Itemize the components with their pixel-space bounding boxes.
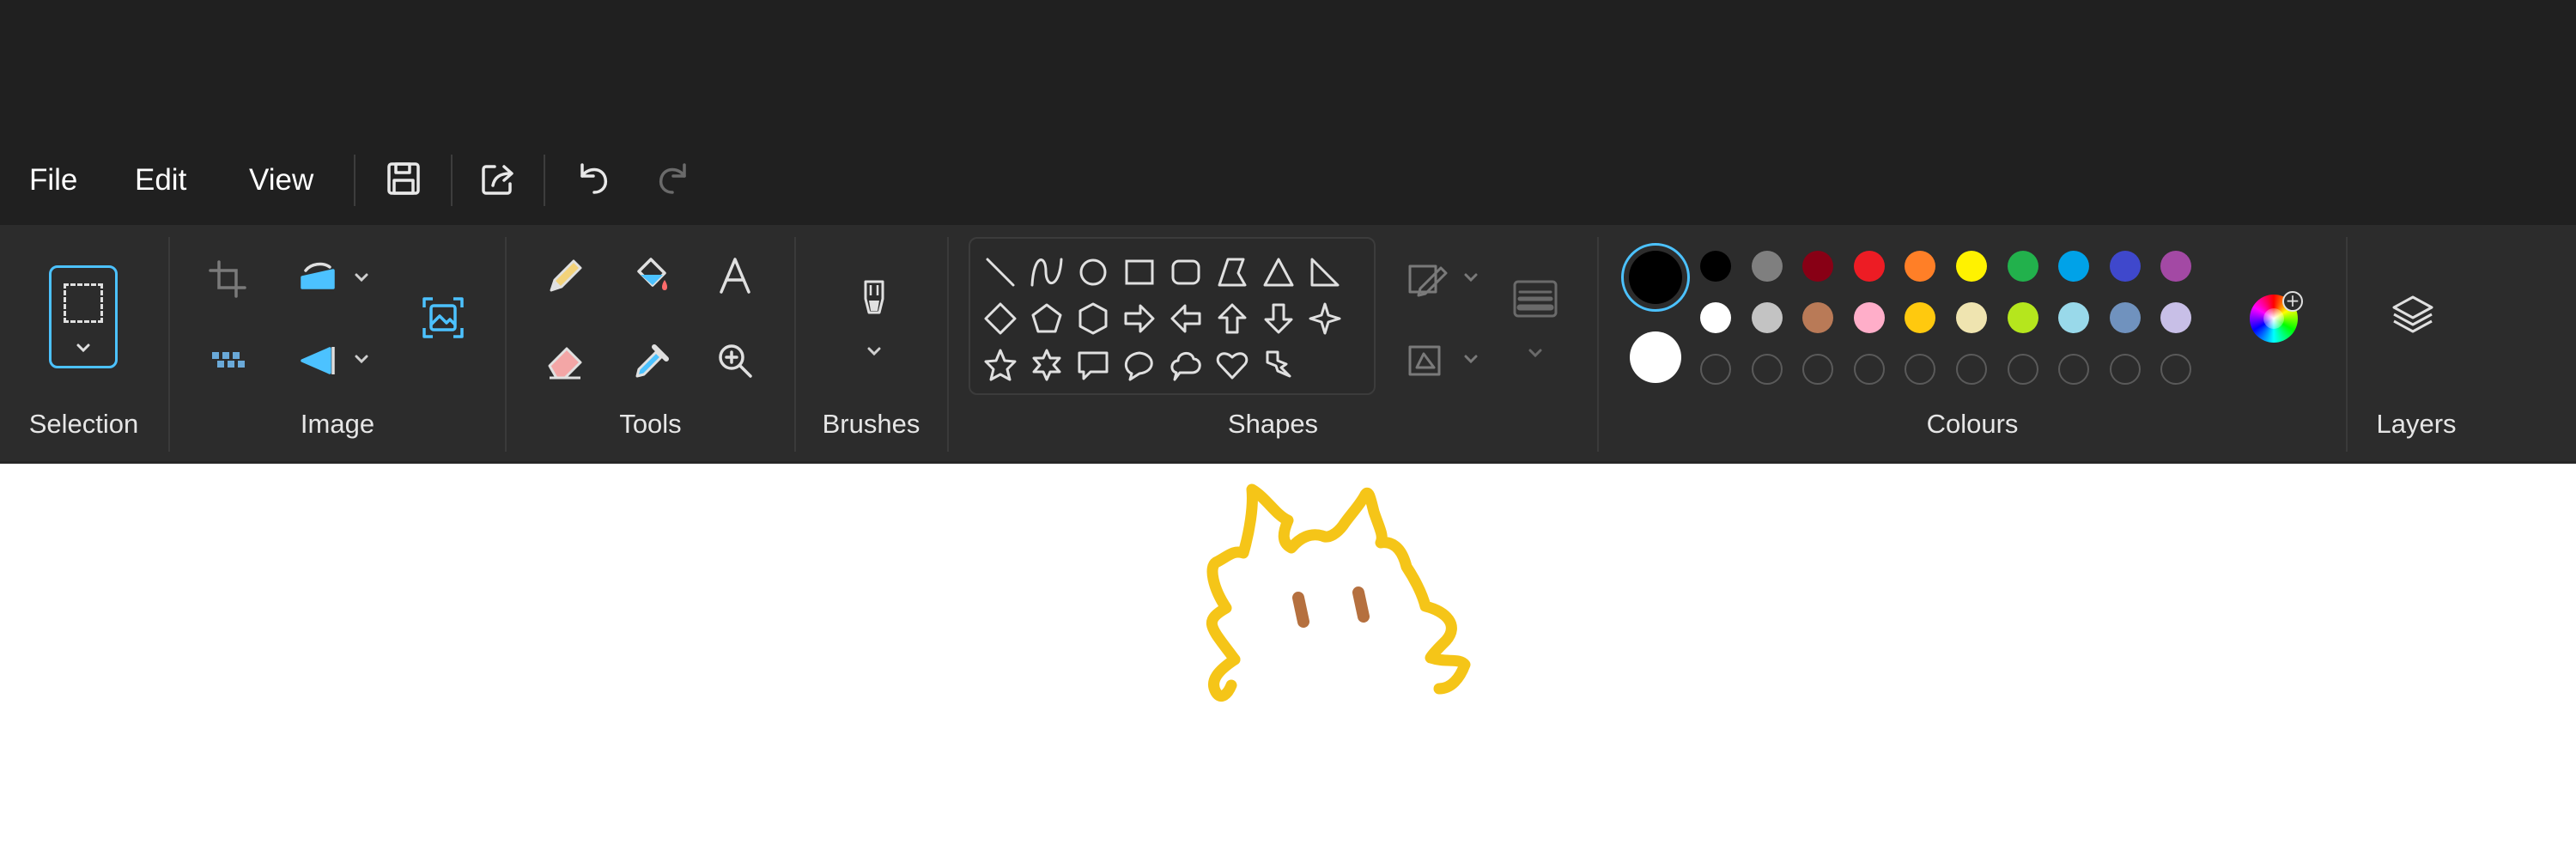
chevron-down-icon[interactable] (1460, 266, 1482, 289)
color-picker-icon[interactable] (625, 335, 677, 386)
undo-icon[interactable] (567, 153, 618, 204)
rounded-rectangle-shape-icon[interactable] (1168, 254, 1204, 290)
oval-shape-icon[interactable] (1075, 254, 1111, 290)
menu-separator (354, 155, 355, 206)
colour-swatch[interactable] (1751, 251, 1783, 282)
curve-shape-icon[interactable] (1029, 254, 1065, 290)
line-shape-icon[interactable] (982, 254, 1018, 290)
diamond-shape-icon[interactable] (982, 301, 1018, 337)
colour-swatch[interactable] (2058, 251, 2090, 282)
four-point-star-shape-icon[interactable] (1307, 301, 1343, 337)
colour-swatch[interactable] (2007, 251, 2038, 282)
rotate-icon[interactable] (292, 253, 343, 305)
custom-colour-slot[interactable] (2058, 354, 2090, 385)
fill-icon[interactable] (1401, 335, 1453, 386)
save-icon[interactable] (378, 153, 429, 204)
group-label-shapes: Shapes (1227, 409, 1319, 439)
primary-colour-swatch (1629, 251, 1682, 304)
triangle-shape-icon[interactable] (1261, 254, 1297, 290)
redo-icon[interactable] (648, 153, 700, 204)
polygon-shape-icon[interactable] (1214, 254, 1250, 290)
chevron-down-icon[interactable] (863, 340, 885, 362)
eraser-icon[interactable] (539, 335, 591, 386)
right-arrow-shape-icon[interactable] (1121, 301, 1157, 337)
custom-colour-slot[interactable] (1853, 354, 1885, 385)
down-arrow-shape-icon[interactable] (1261, 301, 1297, 337)
menu-edit[interactable]: Edit (135, 163, 186, 198)
menu-file[interactable]: File (29, 163, 77, 198)
chevron-down-icon[interactable] (350, 348, 373, 370)
right-triangle-shape-icon[interactable] (1307, 254, 1343, 290)
chevron-down-icon[interactable] (1524, 342, 1546, 364)
colour-swatch[interactable] (1802, 251, 1834, 282)
oval-callout-shape-icon[interactable] (1121, 347, 1157, 383)
custom-colour-slot[interactable] (1956, 354, 1987, 385)
chevron-down-icon[interactable] (1460, 348, 1482, 370)
rectangle-select-icon (64, 283, 103, 323)
heart-shape-icon[interactable] (1214, 347, 1250, 383)
colour-swatch[interactable] (2058, 302, 2090, 333)
doodle-drawing (1206, 483, 1471, 702)
doodle-eye-left (1292, 592, 1309, 628)
flip-icon[interactable] (292, 335, 343, 386)
colour-swatch[interactable] (1956, 302, 1987, 333)
edit-colours-icon[interactable]: + (2246, 291, 2303, 346)
five-point-star-shape-icon[interactable] (982, 347, 1018, 383)
colour-swatch[interactable] (1956, 251, 1987, 282)
outline-icon[interactable] (1401, 254, 1453, 306)
colour-swatch[interactable] (2109, 251, 2141, 282)
custom-colour-slot[interactable] (2007, 354, 2038, 385)
pentagon-shape-icon[interactable] (1029, 301, 1065, 337)
text-icon[interactable] (709, 251, 761, 302)
colour-swatch[interactable] (1802, 302, 1834, 333)
colour-swatch[interactable] (2007, 302, 2038, 333)
chevron-down-icon (72, 337, 94, 359)
six-point-star-shape-icon[interactable] (1029, 347, 1065, 383)
drawing-canvas[interactable] (0, 464, 2576, 859)
secondary-colour-swatch[interactable] (1630, 331, 1681, 383)
hexagon-shape-icon[interactable] (1075, 301, 1111, 337)
pencil-icon[interactable] (539, 251, 591, 302)
primary-colour-selector[interactable] (1621, 243, 1690, 312)
brush-icon[interactable] (848, 273, 900, 325)
fill-bucket-icon[interactable] (625, 251, 677, 302)
custom-colour-slot[interactable] (2109, 354, 2141, 385)
doodle-left-tuft (1208, 653, 1241, 702)
group-label-brushes: Brushes (822, 409, 920, 439)
layers-icon[interactable] (2387, 290, 2439, 342)
crop-icon[interactable] (202, 253, 253, 305)
lightning-shape-icon[interactable] (1261, 347, 1297, 383)
rectangular-callout-shape-icon[interactable] (1075, 347, 1111, 383)
toolbar-separator (544, 155, 545, 206)
custom-colour-slot[interactable] (1700, 354, 1731, 385)
group-label-selection: Selection (28, 409, 139, 439)
share-icon[interactable] (472, 153, 524, 204)
colour-swatch[interactable] (2109, 302, 2141, 333)
group-label-tools: Tools (619, 409, 682, 439)
menu-view[interactable]: View (249, 163, 313, 198)
colour-swatch[interactable] (1853, 302, 1885, 333)
selection-button[interactable] (49, 265, 118, 368)
doodle-eye-right (1352, 586, 1370, 623)
colour-swatch[interactable] (1751, 302, 1783, 333)
size-icon[interactable] (1510, 275, 1561, 326)
custom-colour-slot[interactable] (1751, 354, 1783, 385)
up-arrow-shape-icon[interactable] (1214, 301, 1250, 337)
resize-icon[interactable] (202, 335, 253, 386)
left-arrow-shape-icon[interactable] (1168, 301, 1204, 337)
colour-swatch[interactable] (1700, 302, 1731, 333)
toolbar-separator (451, 155, 453, 206)
group-label-image: Image (300, 409, 375, 439)
group-label-layers: Layers (2376, 409, 2457, 439)
colour-swatch[interactable] (1853, 251, 1885, 282)
chevron-down-icon[interactable] (350, 266, 373, 289)
group-label-colours: Colours (1926, 409, 2019, 439)
rectangle-shape-icon[interactable] (1121, 254, 1157, 290)
custom-colour-slot[interactable] (1802, 354, 1834, 385)
magnifier-icon[interactable] (709, 335, 761, 386)
cloud-callout-shape-icon[interactable] (1168, 347, 1204, 383)
doodle-outline (1206, 483, 1471, 695)
image-resize-icon[interactable] (417, 292, 469, 343)
colour-swatch[interactable] (1700, 251, 1731, 282)
